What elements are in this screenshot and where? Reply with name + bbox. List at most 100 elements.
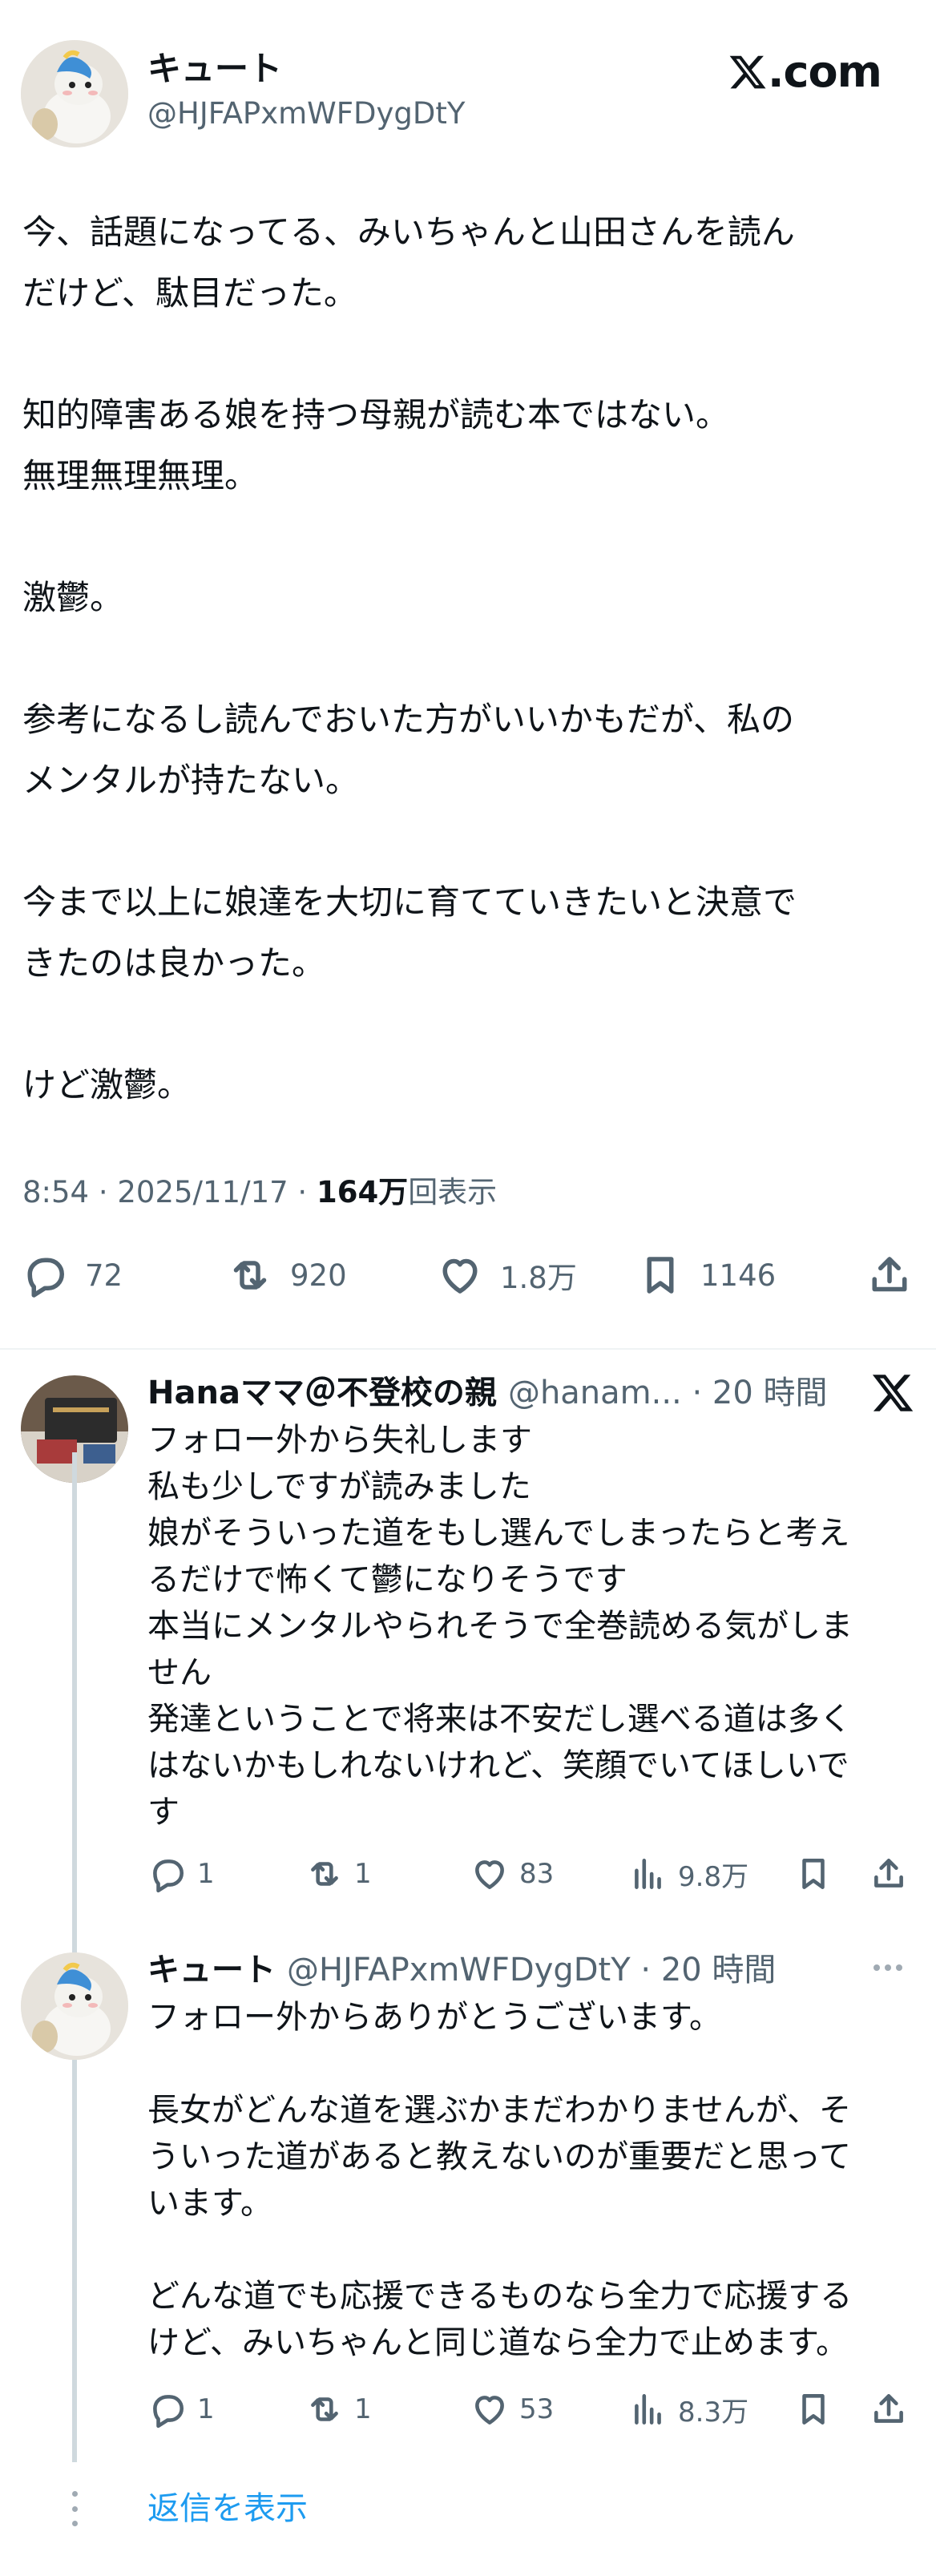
x-logo-icon: [872, 1375, 914, 1411]
text-line: 娘がそういった道をもし選んでしまったらと考え: [147, 1515, 850, 1552]
share-icon: [874, 1859, 903, 1888]
bookmark-icon: [802, 1859, 825, 1889]
views-count: 9.8万: [678, 1860, 749, 1893]
heart-icon: [475, 1860, 504, 1889]
reply-text: フォロー外からありがとうございます。 長女がどんな道を選ぶかまだわかりませんが、…: [147, 1994, 917, 2366]
views-button[interactable]: 8.3万: [628, 2384, 748, 2435]
share-button[interactable]: [869, 1848, 909, 1900]
repost-button[interactable]: 920: [226, 1246, 347, 1305]
text-line: フォロー外からありがとうございます。: [147, 1999, 721, 2036]
text-line: せん: [147, 1654, 212, 1691]
share-button[interactable]: [865, 1246, 914, 1305]
meta-separator: ·: [288, 1175, 317, 1209]
tweet-actions: 72 920 1.8万 1146: [21, 1246, 918, 1305]
text-line: けど、みいちゃんと同じ道なら全力で止めます。: [147, 2324, 848, 2361]
tweet-paragraph: けど激鬱。: [22, 1055, 920, 1116]
like-count: 53: [519, 2393, 555, 2425]
avatar[interactable]: [21, 1952, 128, 2060]
display-name[interactable]: キュート: [147, 48, 282, 90]
reply-header: Hanaママ＠不登校の親 @hanam... · 20 時間: [147, 1369, 828, 1417]
text-line: 無理無理無理。: [22, 456, 259, 495]
text-line: 長女がどんな道を選ぶかまだわかりませんが、そ: [147, 2092, 851, 2129]
reply-actions: 1 1 83 9.8万: [147, 1848, 917, 1900]
reply-count: 72: [85, 1258, 123, 1293]
tweet-time[interactable]: 8:54: [22, 1175, 89, 1209]
views-count: 164万: [316, 1175, 409, 1209]
bookmark-button[interactable]: [793, 1848, 833, 1900]
handle-time[interactable]: @HJFAPxmWFDygDtY · 20 時間: [287, 1946, 776, 1994]
show-replies-link[interactable]: 返信を表示: [147, 2485, 308, 2533]
views-label: 回表示: [408, 1175, 498, 1209]
like-button[interactable]: 1.8万: [436, 1246, 577, 1305]
tweet-text: 今、話題になってる、みいちゃんと山田さんを読ん だけど、駄目だった。 知的障害あ…: [22, 202, 920, 1116]
tweet-paragraph: 今、話題になってる、みいちゃんと山田さんを読ん だけど、駄目だった。: [22, 202, 920, 324]
tweet-paragraph: 知的障害ある娘を持つ母親が読む本ではない。 無理無理無理。: [22, 385, 920, 507]
reply-button[interactable]: 1: [147, 1848, 215, 1900]
bookmark-count: 1146: [700, 1258, 777, 1293]
avatar[interactable]: [21, 40, 128, 147]
tweet-date[interactable]: 2025/11/17: [117, 1175, 288, 1209]
share-icon: [872, 1257, 907, 1292]
text-line: 私も少しですが読みました: [147, 1468, 531, 1505]
divider: [0, 1348, 936, 1350]
bookmark-icon: [647, 1257, 674, 1294]
repost-icon: [311, 1862, 338, 1886]
reply-button[interactable]: 1: [147, 2384, 215, 2435]
views-button[interactable]: 9.8万: [628, 1848, 748, 1900]
text-line: 本当にメンタルやられそうで全巻読める気がしま: [147, 1608, 853, 1645]
text-line: けど激鬱。: [22, 1065, 192, 1104]
text-line: ういった道があると教えないのが重要だと思って: [147, 2138, 851, 2175]
text-line: 今まで以上に娘達を大切に育てていきたいと決意で: [22, 882, 797, 922]
reply-count: 1: [197, 2393, 215, 2425]
like-button[interactable]: 83: [470, 1848, 554, 1900]
reply-button[interactable]: 72: [21, 1246, 123, 1305]
text-line: います。: [147, 2185, 272, 2222]
text-line: 知的障害ある娘を持つ母親が読む本ではない。: [22, 395, 730, 434]
analytics-icon: [635, 2394, 661, 2425]
display-name[interactable]: キュート: [147, 1946, 276, 1994]
repost-icon: [233, 1261, 267, 1290]
more-options-icon[interactable]: [873, 1956, 922, 1980]
bookmark-button[interactable]: 1146: [636, 1246, 776, 1305]
x-com-logo: .com: [728, 43, 882, 101]
tweet-meta: 8:54 · 2025/11/17 · 164万回表示: [22, 1172, 497, 1213]
display-name[interactable]: Hanaママ＠不登校の親: [147, 1369, 497, 1417]
handle[interactable]: @HJFAPxmWFDygDtY: [147, 95, 466, 133]
like-count: 1.8万: [500, 1261, 577, 1295]
bookmark-icon: [802, 2394, 825, 2425]
thread-continuation-dots: [69, 2491, 80, 2526]
share-button[interactable]: [869, 2384, 909, 2435]
repost-count: 920: [290, 1258, 347, 1293]
analytics-icon: [635, 1859, 661, 1889]
reply-icon: [27, 1258, 64, 1298]
reply-header: キュート @HJFAPxmWFDygDtY · 20 時間: [147, 1946, 776, 1994]
handle-time[interactable]: @hanam... · 20 時間: [508, 1369, 828, 1417]
repost-icon: [311, 2397, 338, 2421]
bookmark-button[interactable]: [793, 2384, 833, 2435]
text-line: きたのは良かった。: [22, 943, 326, 983]
text-line: どんな道でも応援できるものなら全力で応援する: [147, 2278, 853, 2315]
x-logo-icon: [729, 55, 766, 89]
meta-separator: ·: [89, 1175, 118, 1209]
text-line: るだけで怖くて鬱になりそうです: [147, 1561, 627, 1598]
text-line: 激鬱。: [22, 578, 124, 617]
tweet-paragraph: 参考になるし読んでおいた方がいいかもだが、私の メンタルが持たない。: [22, 689, 920, 811]
reply-actions: 1 1 53 8.3万: [147, 2384, 917, 2435]
text-line: す: [147, 1794, 180, 1831]
heart-icon: [442, 1258, 478, 1294]
heart-icon: [475, 2396, 504, 2425]
repost-button[interactable]: 1: [305, 2384, 372, 2435]
repost-count: 1: [354, 1858, 372, 1890]
like-count: 83: [519, 1858, 555, 1890]
views-count: 8.3万: [678, 2396, 749, 2429]
share-icon: [874, 2394, 903, 2423]
repost-button[interactable]: 1: [305, 1848, 372, 1900]
text-line: 参考になるし読んでおいた方がいいかもだが、私の: [22, 700, 795, 739]
like-button[interactable]: 53: [470, 2384, 554, 2435]
text-line: 今、話題になってる、みいちゃんと山田さんを読ん: [22, 212, 795, 252]
text-line: フォロー外から失礼します: [147, 1422, 532, 1459]
tweet-paragraph: 今まで以上に娘達を大切に育てていきたいと決意で きたのは良かった。: [22, 872, 920, 994]
reply-icon: [153, 1859, 184, 1893]
text-line: だけど、駄目だった。: [22, 273, 357, 313]
